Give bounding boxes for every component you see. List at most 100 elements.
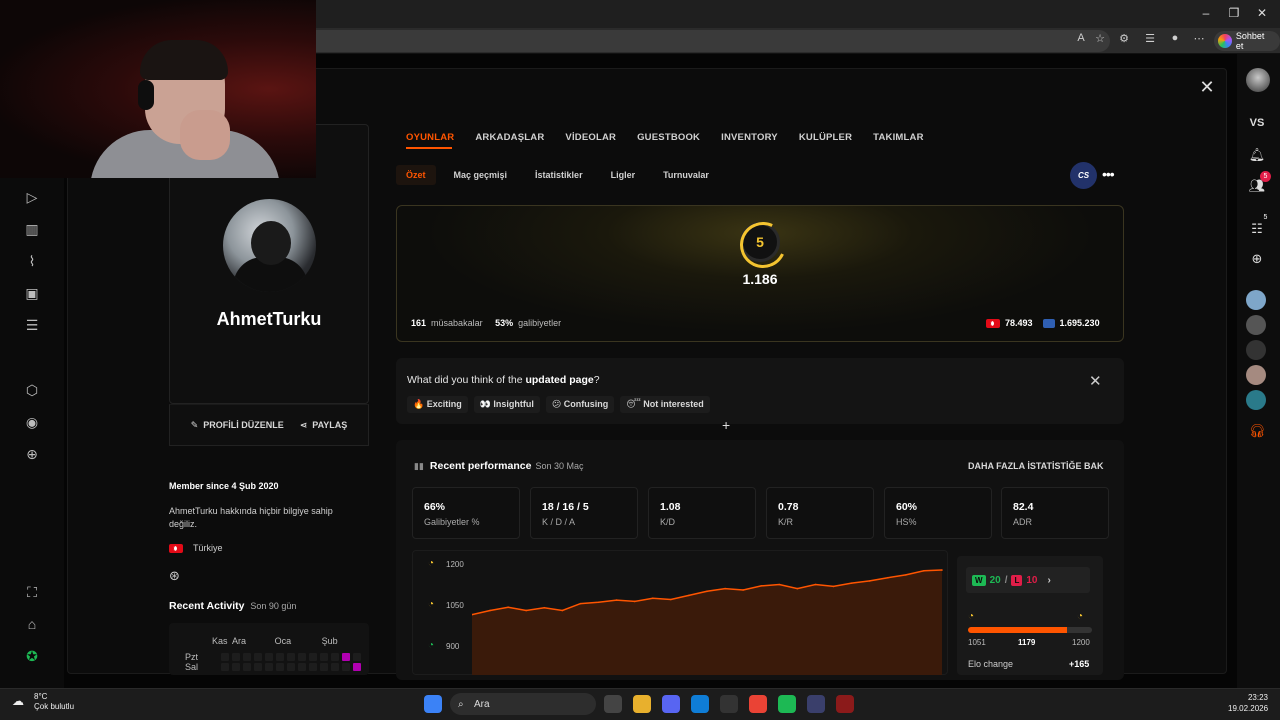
elo-point xyxy=(543,606,546,609)
edit-profile-button[interactable]: ✎ PROFİLİ DÜZENLE xyxy=(191,420,284,431)
club-icon[interactable]: ⬡ xyxy=(22,380,42,400)
url-field[interactable] xyxy=(305,30,1110,52)
game-selector-badge[interactable]: CS xyxy=(1070,162,1097,189)
minimize-icon[interactable]: – xyxy=(1196,6,1216,20)
friend-avatar[interactable] xyxy=(1246,340,1266,360)
tab-videolar[interactable]: VİDEOLAR xyxy=(565,132,616,143)
tab-kulupler[interactable]: KULÜPLER xyxy=(799,132,852,143)
elo-point xyxy=(941,569,943,571)
tab-takimlar[interactable]: TAKIMLAR xyxy=(873,132,924,143)
activity-cell xyxy=(320,653,328,661)
play-icon[interactable]: ▷ xyxy=(22,187,42,207)
win-loss-summary[interactable]: W 20 / L 10 › xyxy=(966,567,1090,593)
more-stats-link[interactable]: DAHA FAZLA İSTATİSTİĞE BAK xyxy=(968,461,1104,471)
list-icon[interactable]: ☰ xyxy=(22,315,42,335)
friend-avatar[interactable] xyxy=(1246,315,1266,335)
feedback-insightful-button[interactable]: 👀 Insightful xyxy=(473,396,540,413)
restore-icon[interactable]: ❐ xyxy=(1224,6,1244,20)
file-explorer-icon[interactable] xyxy=(633,695,651,713)
stats-chart-icon[interactable]: ⌇ xyxy=(22,251,42,271)
win-tag: W xyxy=(972,574,986,586)
discord-icon[interactable] xyxy=(662,695,680,713)
elo-point xyxy=(923,570,925,572)
activity-cell xyxy=(243,663,251,671)
y-tick-label: 1050 xyxy=(446,601,464,610)
wins-count: 20 xyxy=(989,574,1001,586)
more-menu-icon[interactable]: ⋯ xyxy=(1190,32,1208,45)
share-button[interactable]: ⋖ PAYLAŞ xyxy=(300,420,348,431)
bell-icon[interactable]: 🔔︎ xyxy=(1248,146,1266,164)
elo-point xyxy=(742,589,744,591)
elo-point xyxy=(579,602,582,605)
favorites-icon[interactable]: ☰ xyxy=(1141,32,1159,45)
close-modal-icon[interactable]: ✕ xyxy=(1198,78,1216,96)
app-icon[interactable] xyxy=(807,695,825,713)
activity-cell xyxy=(342,653,350,661)
feedback-confusing-button[interactable]: 😕 Confusing xyxy=(545,396,615,413)
elo-point xyxy=(760,585,763,587)
performance-heading: ▮▮ Recent performance Son 30 Maç xyxy=(414,460,584,472)
favorite-star-icon[interactable]: ☆ xyxy=(1091,32,1109,45)
edge-icon[interactable] xyxy=(691,695,709,713)
feedback-not-interested-button[interactable]: 😴 Not interested xyxy=(620,396,710,413)
feedback-options: 🔥 Exciting 👀 Insightful 😕 Confusing 😴 No… xyxy=(407,396,710,413)
add-icon[interactable]: ⊕ xyxy=(22,444,42,464)
steam-icon[interactable]: ⊛ xyxy=(169,568,180,584)
cursor-crosshair-icon: + xyxy=(722,417,731,433)
tab-guestbook[interactable]: GUESTBOOK xyxy=(637,132,700,143)
search-icon: ⌕ xyxy=(458,698,464,710)
user-avatar-icon[interactable]: ◉ xyxy=(22,412,42,432)
add-friend-icon[interactable]: ⊕ xyxy=(1248,250,1266,268)
more-options-icon[interactable]: ••• xyxy=(1102,166,1115,182)
dismiss-feedback-icon[interactable]: ✕ xyxy=(1089,372,1102,390)
loss-tag: L xyxy=(1011,574,1023,586)
system-clock[interactable]: 23:23 19.02.2026 xyxy=(1228,692,1268,714)
losses-count: 10 xyxy=(1026,574,1038,586)
video-icon[interactable]: ▣ xyxy=(22,283,42,303)
profile-icon[interactable]: ● xyxy=(1166,32,1184,44)
shop-icon[interactable]: ⌂ xyxy=(22,614,42,634)
elo-value: 1.186 xyxy=(742,271,778,287)
country-row: Türkiye xyxy=(169,543,223,553)
friends-badge: 5 xyxy=(1260,171,1271,182)
fullscreen-icon[interactable]: ⛶ xyxy=(22,582,42,602)
country-ranking[interactable]: 78.493 xyxy=(986,318,1033,328)
stat-kr: 0.78 K/R xyxy=(766,487,874,539)
weather-widget[interactable]: ☁ 8°C Çok bulutlu xyxy=(12,692,74,712)
friend-avatar[interactable] xyxy=(1246,290,1266,310)
chrome-icon[interactable] xyxy=(749,695,767,713)
spotify-icon[interactable] xyxy=(778,695,796,713)
steam-taskbar-icon[interactable] xyxy=(720,695,738,713)
vs-icon[interactable]: VS xyxy=(1248,114,1266,132)
tab-inventory[interactable]: INVENTORY xyxy=(721,132,778,143)
subtab-istatistikler[interactable]: İstatistikler xyxy=(525,165,593,185)
elo-point xyxy=(886,576,889,579)
close-window-icon[interactable]: ✕ xyxy=(1252,6,1272,20)
extensions-icon[interactable]: ⚙ xyxy=(1115,32,1133,45)
user-avatar[interactable] xyxy=(1246,68,1270,92)
copilot-chat-button[interactable]: Sohbet et xyxy=(1214,31,1280,51)
region-ranking[interactable]: 1.695.230 xyxy=(1042,318,1100,328)
tab-arkadaslar[interactable]: ARKADAŞLAR xyxy=(475,132,544,143)
skill-level-icon: 5 xyxy=(740,222,780,262)
windows-start-icon[interactable] xyxy=(424,695,442,713)
taskbar-search[interactable]: ⌕ Ara xyxy=(450,693,596,715)
stat-hs: 60% HS% xyxy=(884,487,992,539)
subtab-ozet[interactable]: Özet xyxy=(396,165,436,185)
task-view-icon[interactable] xyxy=(604,695,622,713)
activity-cell xyxy=(298,653,306,661)
feedback-exciting-button[interactable]: 🔥 Exciting xyxy=(407,396,468,413)
cloud-icon: ☁ xyxy=(12,694,24,708)
app-icon[interactable] xyxy=(836,695,854,713)
subtab-mac-gecmisi[interactable]: Maç geçmişi xyxy=(444,165,518,185)
leaderboard-icon[interactable]: ▥ xyxy=(22,219,42,239)
subtab-turnuvalar[interactable]: Turnuvalar xyxy=(653,165,719,185)
friend-avatar[interactable] xyxy=(1246,365,1266,385)
premium-icon[interactable]: ✪ xyxy=(22,646,42,666)
subtab-ligler[interactable]: Ligler xyxy=(601,165,646,185)
friend-avatar[interactable] xyxy=(1246,390,1266,410)
headset-icon[interactable]: 🎧︎ xyxy=(1248,422,1266,440)
read-aloud-icon[interactable]: A xyxy=(1072,32,1090,44)
tab-oyunlar[interactable]: OYUNLAR xyxy=(406,132,454,143)
pencil-icon: ✎ xyxy=(190,419,199,430)
